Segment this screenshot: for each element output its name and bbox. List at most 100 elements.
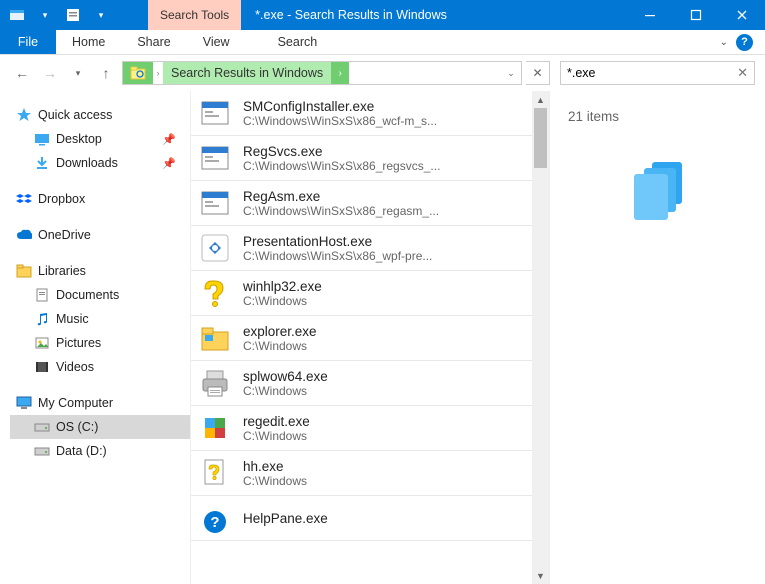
file-name: winhlp32.exe (243, 279, 541, 294)
nav-label: Music (56, 312, 89, 326)
chevron-right-icon[interactable]: › (331, 62, 349, 84)
desktop-item[interactable]: Desktop 📌 (10, 127, 190, 151)
file-name: splwow64.exe (243, 369, 541, 384)
drive-d-item[interactable]: Data (D:) (10, 439, 190, 463)
file-path: C:\Windows\WinSxS\x86_regsvcs_... (243, 159, 541, 173)
file-path: C:\Windows\WinSxS\x86_wpf-pre... (243, 249, 541, 263)
scroll-down-icon[interactable]: ▼ (532, 567, 549, 584)
result-row[interactable]: hh.exeC:\Windows (191, 451, 549, 496)
pictures-item[interactable]: Pictures (10, 331, 190, 355)
pin-icon: 📌 (162, 157, 176, 170)
file-type-icon (199, 277, 231, 309)
search-box[interactable]: ✕ (560, 61, 755, 85)
properties-icon[interactable] (62, 4, 84, 26)
search-folder-icon (123, 62, 153, 84)
file-name: RegSvcs.exe (243, 144, 541, 159)
file-name: PresentationHost.exe (243, 234, 541, 249)
qat-dropdown-icon[interactable]: ▾ (34, 4, 56, 26)
file-path: C:\Windows (243, 339, 541, 353)
search-input[interactable] (567, 66, 748, 80)
file-path: C:\Windows (243, 429, 541, 443)
music-item[interactable]: Music (10, 307, 190, 331)
result-row[interactable]: RegSvcs.exeC:\Windows\WinSxS\x86_regsvcs… (191, 136, 549, 181)
downloads-icon (34, 155, 50, 171)
scroll-up-icon[interactable]: ▲ (532, 91, 549, 108)
nav-label: OS (C:) (56, 420, 98, 434)
file-path: C:\Windows (243, 384, 541, 398)
result-row[interactable]: SMConfigInstaller.exeC:\Windows\WinSxS\x… (191, 91, 549, 136)
file-name: explorer.exe (243, 324, 541, 339)
star-icon (16, 107, 32, 123)
navigation-pane: Quick access Desktop 📌 Downloads 📌 Dropb… (0, 91, 190, 584)
desktop-icon (34, 131, 50, 147)
libraries-item[interactable]: Libraries (10, 259, 190, 283)
search-tab[interactable]: Search (262, 30, 334, 54)
result-row[interactable]: ? HelpPane.exe (191, 496, 549, 541)
result-row[interactable]: explorer.exeC:\Windows (191, 316, 549, 361)
refresh-stop-button[interactable]: ✕ (526, 61, 550, 85)
item-count-label: 21 items (568, 109, 747, 124)
result-row[interactable]: regedit.exeC:\Windows (191, 406, 549, 451)
result-row[interactable]: PresentationHost.exeC:\Windows\WinSxS\x8… (191, 226, 549, 271)
clear-search-icon[interactable]: ✕ (737, 65, 748, 81)
minimize-button[interactable] (627, 0, 673, 30)
ribbon-expand-icon[interactable]: ⌄ (720, 37, 728, 48)
quick-access-item[interactable]: Quick access (10, 103, 190, 127)
nav-label: Dropbox (38, 192, 85, 206)
nav-label: Pictures (56, 336, 101, 350)
file-type-icon (199, 322, 231, 354)
onedrive-item[interactable]: OneDrive (10, 223, 190, 247)
back-button[interactable]: ← (10, 61, 34, 85)
file-path: C:\Windows (243, 474, 541, 488)
scroll-thumb[interactable] (534, 108, 547, 168)
collection-icon (568, 152, 747, 232)
downloads-item[interactable]: Downloads 📌 (10, 151, 190, 175)
result-row[interactable]: winhlp32.exeC:\Windows (191, 271, 549, 316)
documents-item[interactable]: Documents (10, 283, 190, 307)
svg-text:?: ? (210, 514, 219, 531)
my-computer-item[interactable]: My Computer (10, 391, 190, 415)
file-type-icon (199, 142, 231, 174)
nav-label: Data (D:) (56, 444, 107, 458)
documents-icon (34, 287, 50, 303)
nav-label: Libraries (38, 264, 86, 278)
nav-label: OneDrive (38, 228, 91, 242)
file-type-icon (199, 187, 231, 219)
dropbox-icon (16, 191, 32, 207)
recent-locations-button[interactable]: ▾ (66, 61, 90, 85)
videos-icon (34, 359, 50, 375)
file-tab[interactable]: File (0, 30, 56, 54)
file-path: C:\Windows\WinSxS\x86_regasm_... (243, 204, 541, 218)
result-row[interactable]: RegAsm.exeC:\Windows\WinSxS\x86_regasm_.… (191, 181, 549, 226)
breadcrumb[interactable]: Search Results in Windows (163, 62, 331, 84)
forward-button[interactable]: → (38, 61, 62, 85)
file-type-icon (199, 367, 231, 399)
music-icon (34, 311, 50, 327)
file-name: RegAsm.exe (243, 189, 541, 204)
address-dropdown-icon[interactable]: ⌄ (501, 68, 521, 79)
scrollbar[interactable]: ▲ ▼ (532, 91, 549, 584)
nav-label: Videos (56, 360, 94, 374)
videos-item[interactable]: Videos (10, 355, 190, 379)
help-icon[interactable]: ? (736, 34, 753, 51)
share-tab[interactable]: Share (121, 30, 186, 54)
result-row[interactable]: splwow64.exeC:\Windows (191, 361, 549, 406)
file-name: SMConfigInstaller.exe (243, 99, 541, 114)
close-button[interactable] (719, 0, 765, 30)
chevron-right-icon[interactable]: › (153, 68, 163, 78)
file-name: HelpPane.exe (243, 511, 541, 526)
drive-c-item[interactable]: OS (C:) (10, 415, 190, 439)
nav-label: Quick access (38, 108, 112, 122)
file-type-icon (199, 232, 231, 264)
dropbox-item[interactable]: Dropbox (10, 187, 190, 211)
home-tab[interactable]: Home (56, 30, 121, 54)
address-bar[interactable]: › Search Results in Windows › ⌄ (122, 61, 522, 85)
scroll-track[interactable] (532, 108, 549, 567)
pictures-icon (34, 335, 50, 351)
file-type-icon (199, 97, 231, 129)
view-tab[interactable]: View (187, 30, 246, 54)
qat-dropdown-icon[interactable]: ▾ (90, 4, 112, 26)
maximize-button[interactable] (673, 0, 719, 30)
nav-label: Desktop (56, 132, 102, 146)
up-button[interactable]: ↑ (94, 61, 118, 85)
